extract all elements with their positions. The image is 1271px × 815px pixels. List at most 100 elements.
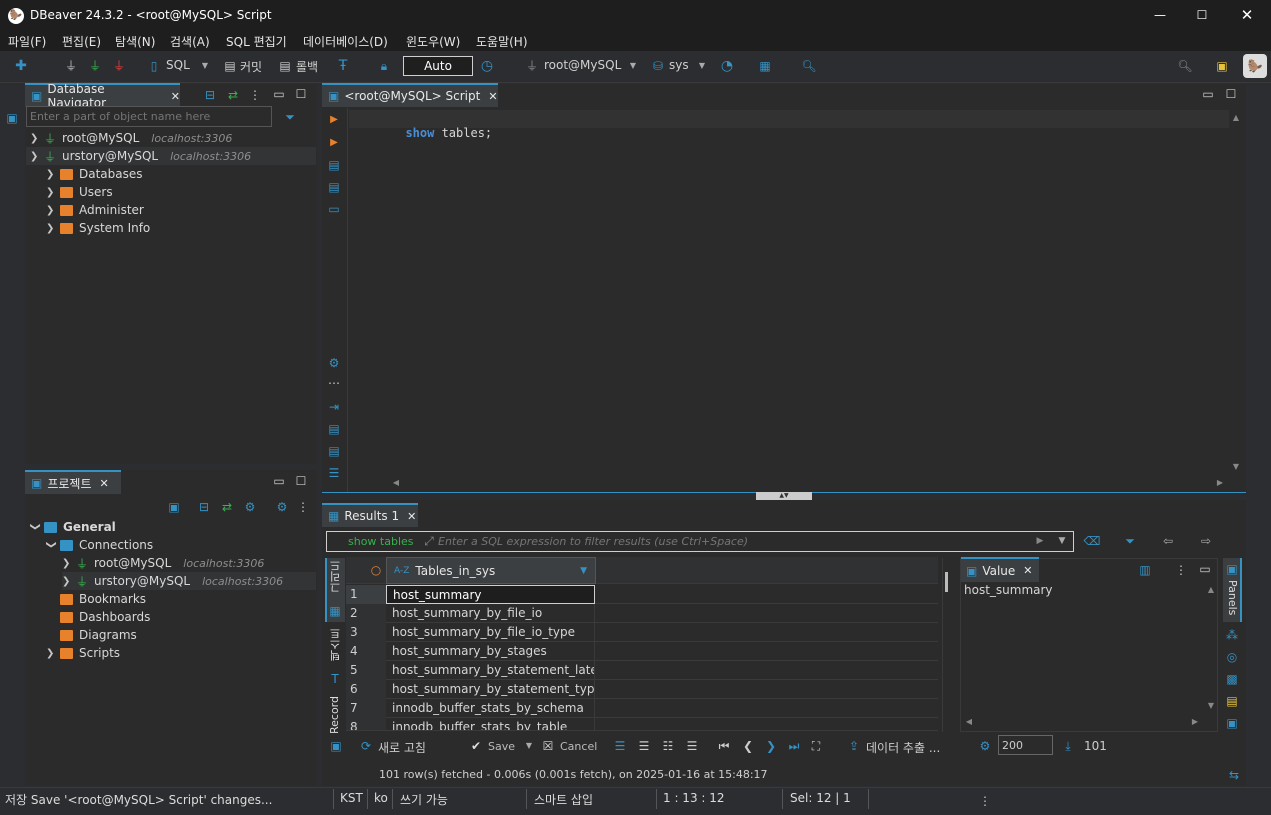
commit-button[interactable]: 커밋 bbox=[240, 58, 262, 75]
text-tab-label[interactable]: 텍스트 bbox=[328, 628, 344, 661]
results-toolbar-icon[interactable]: ▣ bbox=[328, 738, 344, 754]
sql-code-line[interactable]: show tables; bbox=[391, 112, 492, 140]
filter-history-icon[interactable]: ▼ bbox=[1056, 535, 1068, 547]
fetch-settings-icon[interactable]: ⚙ bbox=[977, 738, 993, 754]
table-row[interactable]: 2 host_summary_by_file_io bbox=[346, 604, 938, 623]
navigator-filter-input[interactable] bbox=[26, 106, 272, 127]
status-language[interactable]: ko bbox=[374, 791, 388, 805]
view-menu-icon[interactable]: ⋮ bbox=[249, 87, 261, 103]
tree-project-general[interactable]: ❯ General bbox=[30, 518, 116, 536]
row-count-icon[interactable]: ⤓ bbox=[1060, 738, 1076, 754]
menu-window[interactable]: 윈도우(W) bbox=[406, 33, 460, 50]
collapse-all-icon[interactable]: ⊟ bbox=[196, 499, 212, 515]
outline-icon[interactable]: ☰ bbox=[327, 466, 341, 480]
dropdown-arrow-icon[interactable]: ▼ bbox=[524, 740, 534, 752]
grid-scroll-thumb[interactable] bbox=[945, 572, 948, 592]
minimize-panel-icon[interactable]: ▭ bbox=[272, 474, 286, 488]
close-icon[interactable]: ✕ bbox=[1235, 4, 1259, 26]
disconnect-all-icon[interactable]: ⏚ bbox=[110, 57, 128, 75]
metadata-icon[interactable]: ◎ bbox=[1225, 650, 1239, 664]
chevron-right-icon[interactable]: ❯ bbox=[46, 187, 56, 198]
execute-statement-icon[interactable]: ▶ bbox=[327, 113, 341, 127]
editor-vscrollbar[interactable] bbox=[1230, 112, 1242, 474]
tree-administer[interactable]: ❯ Administer bbox=[46, 201, 144, 219]
expand-filter-icon[interactable]: ⤢ bbox=[421, 533, 437, 549]
maximize-icon[interactable]: ☐ bbox=[1190, 4, 1214, 26]
close-tab-icon[interactable]: ✕ bbox=[171, 90, 180, 103]
value-scroll-down-icon[interactable]: ▼ bbox=[1206, 700, 1216, 712]
link-editor-icon[interactable]: ⇄ bbox=[225, 87, 241, 103]
forward-icon[interactable]: ⇨ bbox=[1198, 533, 1214, 549]
perspective-icon[interactable]: ▣ bbox=[1213, 57, 1231, 75]
export-data-button[interactable]: 데이터 추출 ... bbox=[866, 739, 940, 756]
lock-icon[interactable]: 🔒︎ bbox=[376, 57, 392, 75]
close-tab-icon[interactable]: ✕ bbox=[488, 90, 497, 103]
value-scroll-up-icon[interactable]: ▲ bbox=[1206, 584, 1216, 596]
calc-icon[interactable]: ▩ bbox=[1225, 672, 1239, 686]
minimize-panel-icon[interactable]: ▭ bbox=[1201, 87, 1215, 101]
aggregate-icon[interactable]: ▤ bbox=[1225, 694, 1239, 708]
auto-commit-box[interactable]: Auto bbox=[403, 56, 473, 76]
row-selector-icon[interactable]: ○ bbox=[368, 562, 384, 578]
chevron-right-icon[interactable]: ❯ bbox=[62, 558, 72, 569]
view-menu-icon[interactable]: ⋮ bbox=[1175, 562, 1187, 578]
disconnect-icon[interactable]: ⏚ bbox=[62, 57, 80, 75]
results-layout-icon[interactable]: ⇆ bbox=[1226, 767, 1242, 783]
table-cell[interactable]: host_summary_by_stages bbox=[386, 642, 595, 661]
table-row[interactable]: 7 innodb_buffer_stats_by_schema bbox=[346, 699, 938, 718]
sql-editor-icon[interactable]: ▯ bbox=[146, 57, 162, 75]
menu-sql-editor[interactable]: SQL 편집기 bbox=[226, 33, 287, 50]
sql-button[interactable]: SQL bbox=[166, 58, 190, 72]
menu-database[interactable]: 데이터베이스(D) bbox=[303, 33, 388, 50]
copy-row-icon[interactable]: ☷ bbox=[660, 738, 676, 754]
tree-users[interactable]: ❯ Users bbox=[46, 183, 113, 201]
chevron-down-icon[interactable]: ❯ bbox=[30, 522, 41, 532]
maximize-panel-icon[interactable]: ☐ bbox=[294, 474, 308, 488]
filter-icon[interactable]: ⏷ bbox=[282, 109, 298, 125]
refresh-icon[interactable]: ⟳ bbox=[358, 738, 374, 754]
execute-new-tab-icon[interactable]: ▶ bbox=[327, 136, 341, 150]
results-filter-input[interactable] bbox=[438, 532, 1028, 551]
table-cell[interactable]: host_summary bbox=[386, 585, 595, 604]
record-tab-label[interactable]: Record bbox=[328, 696, 341, 734]
active-connection[interactable]: root@MySQL bbox=[544, 58, 621, 72]
script-tab[interactable]: ▣ <root@MySQL> Script ✕ bbox=[322, 83, 498, 107]
value-viewer-icon[interactable]: ▣ bbox=[1225, 716, 1239, 730]
back-icon[interactable]: ⇦ bbox=[1160, 533, 1176, 549]
chevron-right-icon[interactable]: ❯ bbox=[46, 648, 56, 659]
previous-page-icon[interactable]: ❮ bbox=[740, 738, 756, 754]
fetch-all-icon[interactable]: ⛶ bbox=[808, 738, 824, 754]
clear-filter-icon[interactable]: ⌫ bbox=[1084, 533, 1101, 549]
minimize-panel-icon[interactable]: ▭ bbox=[272, 87, 286, 101]
table-row[interactable]: 3 host_summary_by_file_io_type bbox=[346, 623, 938, 642]
table-row[interactable]: 4 host_summary_by_stages bbox=[346, 642, 938, 661]
table-row[interactable]: 1 host_summary bbox=[346, 585, 938, 604]
database-navigator-tab[interactable]: ▣ Database Navigator ✕ bbox=[25, 82, 180, 110]
sort-icon[interactable]: ▼ bbox=[580, 566, 587, 576]
tree-connection-root[interactable]: ❯ ⏚ root@MySQL localhost:3306 bbox=[30, 129, 232, 147]
tree-databases[interactable]: ❯ Databases bbox=[46, 165, 143, 183]
maximize-panel-icon[interactable]: ☐ bbox=[294, 87, 308, 101]
refresh-button[interactable]: 새로 고침 bbox=[378, 739, 426, 756]
value-scroll-right-icon[interactable]: ▶ bbox=[1190, 716, 1200, 728]
dashboard-icon[interactable]: ◔ bbox=[718, 57, 736, 75]
value-tab[interactable]: ▣ Value ✕ bbox=[961, 557, 1039, 582]
tree-system-info[interactable]: ❯ System Info bbox=[46, 219, 150, 237]
chevron-down-icon[interactable]: ❯ bbox=[46, 540, 57, 550]
connect-icon[interactable]: ⏚ bbox=[86, 57, 104, 75]
scroll-up-icon[interactable]: ▲ bbox=[1231, 112, 1241, 124]
history-icon[interactable]: ◷ bbox=[478, 57, 496, 75]
tree-connections-folder[interactable]: ❯ Connections bbox=[46, 536, 154, 554]
view-menu-icon[interactable]: ⋮ bbox=[297, 499, 309, 515]
tree-project-connection-urstory[interactable]: ❯ ⏚ urstory@MySQL localhost:3306 bbox=[62, 572, 316, 590]
fetch-size-input[interactable] bbox=[998, 735, 1053, 755]
new-connection-icon[interactable]: ✚ bbox=[12, 57, 30, 75]
export-data-icon[interactable]: ⇪ bbox=[846, 738, 862, 754]
table-cell[interactable]: innodb_buffer_stats_by_schema bbox=[386, 699, 595, 718]
cancel-button[interactable]: Cancel bbox=[560, 740, 597, 753]
content-viewer-icon[interactable]: ▥ bbox=[1136, 562, 1154, 578]
table-cell[interactable]: host_summary_by_statement_latency bbox=[386, 661, 595, 680]
close-tab-icon[interactable]: ✕ bbox=[1023, 564, 1032, 577]
save-button[interactable]: Save bbox=[488, 740, 515, 753]
table-cell[interactable]: host_summary_by_file_io_type bbox=[386, 623, 595, 642]
